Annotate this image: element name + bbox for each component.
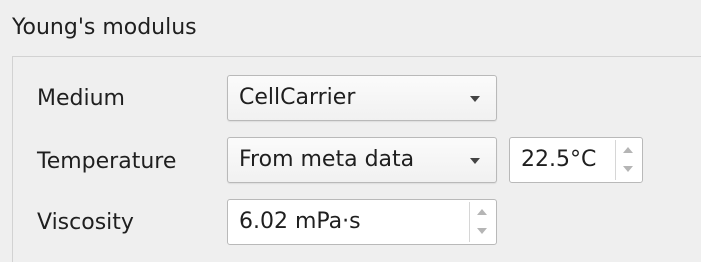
medium-label: Medium <box>37 86 125 111</box>
temperature-source-combobox-value: From meta data <box>239 147 415 172</box>
spin-down-icon <box>477 228 487 234</box>
temperature-spinbox[interactable]: 22.5°C <box>509 137 643 183</box>
viscosity-spin-down-button[interactable] <box>470 222 494 242</box>
viscosity-spinbox-buttons <box>469 202 494 242</box>
medium-combobox-value: CellCarrier <box>239 85 356 110</box>
temperature-spinbox-value: 22.5°C <box>521 147 597 172</box>
viscosity-spin-up-button[interactable] <box>470 202 494 222</box>
medium-combobox[interactable]: CellCarrier <box>227 75 497 121</box>
spin-up-icon <box>477 209 487 215</box>
viscosity-spinbox-value: 6.02 mPa·s <box>239 209 361 234</box>
temperature-source-combobox[interactable]: From meta data <box>227 137 497 183</box>
spin-down-icon <box>623 166 633 172</box>
viscosity-spinbox[interactable]: 6.02 mPa·s <box>227 199 497 245</box>
chevron-down-icon <box>470 96 480 102</box>
youngs-modulus-panel: Young's modulus Medium CellCarrier Tempe… <box>0 0 701 262</box>
temperature-spin-down-button[interactable] <box>616 160 640 180</box>
chevron-down-icon <box>470 158 480 164</box>
viscosity-label: Viscosity <box>37 210 134 235</box>
groupbox-title: Young's modulus <box>12 15 197 40</box>
temperature-spinbox-buttons <box>615 140 640 180</box>
temperature-spin-up-button[interactable] <box>616 140 640 160</box>
spin-up-icon <box>623 147 633 153</box>
temperature-label: Temperature <box>37 149 177 174</box>
